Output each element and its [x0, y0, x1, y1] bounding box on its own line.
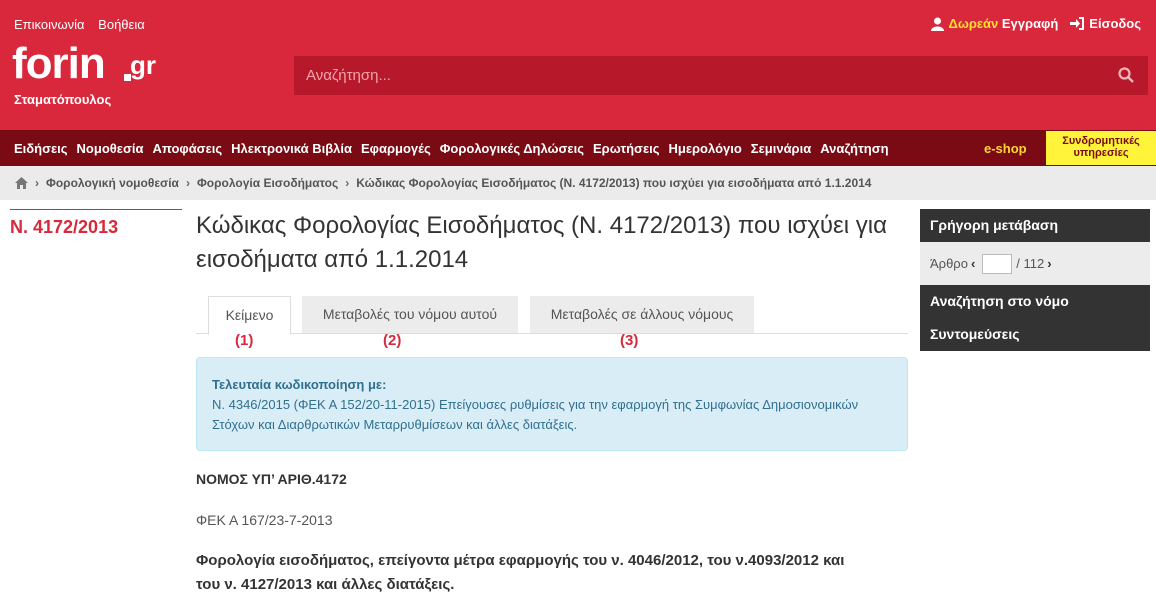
register-label: Εγγραφή: [1001, 16, 1059, 31]
nav-item-apps[interactable]: Εφαρμογές: [361, 141, 431, 156]
breadcrumb-tax-legislation[interactable]: Φορολογική νομοθεσία: [46, 176, 179, 190]
law-id: Ν. 4172/2013: [10, 217, 119, 237]
breadcrumb-current: Κώδικας Φορολογίας Εισοδήματος (Ν. 4172/…: [356, 176, 872, 190]
chevron-left-icon[interactable]: ‹: [971, 256, 975, 271]
help-link[interactable]: Βοήθεια: [98, 17, 145, 32]
home-icon[interactable]: [15, 177, 28, 189]
article-total: / 112: [1016, 256, 1045, 271]
tab-annotation-1: (1): [235, 332, 254, 349]
nav-item-tax-returns[interactable]: Φορολογικές Δηλώσεις: [440, 141, 584, 156]
login-label: Είσοδος: [1089, 16, 1141, 31]
page-title: Κώδικας Φορολογίας Εισοδήματος (Ν. 4172/…: [196, 212, 887, 273]
chevron-right-icon: ›: [185, 176, 190, 190]
breadcrumb: › Φορολογική νομοθεσία › Φορολογία Εισοδ…: [0, 166, 1156, 200]
tab-law-changes[interactable]: Μεταβολές του νόμου αυτού: [302, 296, 518, 333]
chevron-right-icon: ›: [35, 176, 39, 190]
nav-item-news[interactable]: Ειδήσεις: [14, 141, 68, 156]
search-bar: [294, 56, 1148, 95]
contact-link[interactable]: Επικοινωνία: [14, 17, 85, 32]
article-label: Άρθρο: [930, 256, 968, 271]
logo-subtitle: Σταματόπουλος: [14, 92, 112, 107]
nav-item-legislation[interactable]: Νομοθεσία: [77, 141, 144, 156]
login-link[interactable]: Είσοδος: [1070, 16, 1141, 31]
nav-item-seminars[interactable]: Σεμινάρια: [751, 141, 811, 156]
nav-item-calendar[interactable]: Ημερολόγιο: [669, 141, 742, 156]
tab-bar: Κείμενο Μεταβολές του νόμου αυτού Μεταβο…: [196, 296, 908, 335]
tab-other-laws-changes[interactable]: Μεταβολές σε άλλους νόμους: [530, 296, 754, 333]
tab-annotation-3: (3): [620, 332, 639, 349]
fek-reference: ΦΕΚ Α 167/23-7-2013: [196, 512, 333, 528]
article-navigator: Άρθρο ‹ / 112 ›: [920, 242, 1150, 285]
codification-label: Τελευταία κωδικοποίηση με:: [212, 377, 387, 392]
shortcuts-button[interactable]: Συντομεύσεις: [920, 318, 1150, 351]
search-in-law-button[interactable]: Αναζήτηση στο νόμο: [920, 285, 1150, 318]
nav-item-search[interactable]: Αναζήτηση: [820, 141, 888, 156]
law-id-divider: [10, 209, 182, 210]
chevron-right-icon[interactable]: ›: [1047, 256, 1051, 271]
quick-nav-header: Γρήγορη μετάβαση: [920, 209, 1150, 242]
logo-word: forin: [12, 39, 106, 88]
site-logo[interactable]: forin gr Σταματόπουλος: [12, 39, 156, 108]
law-number: ΝΟΜΟΣ ΥΠ’ ΑΡΙΘ.4172: [196, 471, 347, 487]
nav-item-decisions[interactable]: Αποφάσεις: [152, 141, 222, 156]
user-links: Δωρεάν Εγγραφή Είσοδος: [919, 16, 1141, 31]
breadcrumb-income-tax[interactable]: Φορολογία Εισοδήματος: [197, 176, 338, 190]
sign-in-icon: [1070, 17, 1085, 30]
nav-item-questions[interactable]: Ερωτήσεις: [593, 141, 660, 156]
search-input[interactable]: [294, 56, 1094, 95]
register-free-label: Δωρεάν: [948, 16, 999, 31]
site-header: Επικοινωνία Βοήθεια Δωρεάν Εγγραφή Είσοδ…: [0, 0, 1156, 130]
user-icon: [930, 17, 944, 31]
subscriptions-button[interactable]: Συνδρομητικές υπηρεσίες: [1046, 131, 1156, 165]
register-link[interactable]: Δωρεάν Εγγραφή: [930, 16, 1059, 31]
nav-item-ebooks[interactable]: Ηλεκτρονικά Βιβλία: [231, 141, 352, 156]
nav-item-eshop[interactable]: e-shop: [984, 141, 1027, 156]
nav-items: Ειδήσεις Νομοθεσία Αποφάσεις Ηλεκτρονικά…: [14, 141, 898, 156]
chevron-right-icon: ›: [345, 176, 350, 190]
logo-tld: gr: [130, 50, 156, 80]
codification-link[interactable]: Ν. 4346/2015 (ΦΕΚ Α 152/20-11-2015) Επεί…: [212, 395, 892, 435]
search-button[interactable]: [1118, 67, 1134, 88]
law-subject: Φορολογία εισοδήματος, επείγοντα μέτρα ε…: [196, 552, 845, 593]
tab-annotation-2: (2): [383, 332, 402, 349]
top-links: Επικοινωνία Βοήθεια: [14, 17, 155, 32]
codification-info-box: Τελευταία κωδικοποίηση με: Ν. 4346/2015 …: [196, 357, 908, 451]
main-nav: Ειδήσεις Νομοθεσία Αποφάσεις Ηλεκτρονικά…: [0, 130, 1156, 166]
article-number-input[interactable]: [982, 253, 1013, 274]
search-icon: [1118, 67, 1134, 83]
tab-text[interactable]: Κείμενο: [208, 296, 291, 335]
